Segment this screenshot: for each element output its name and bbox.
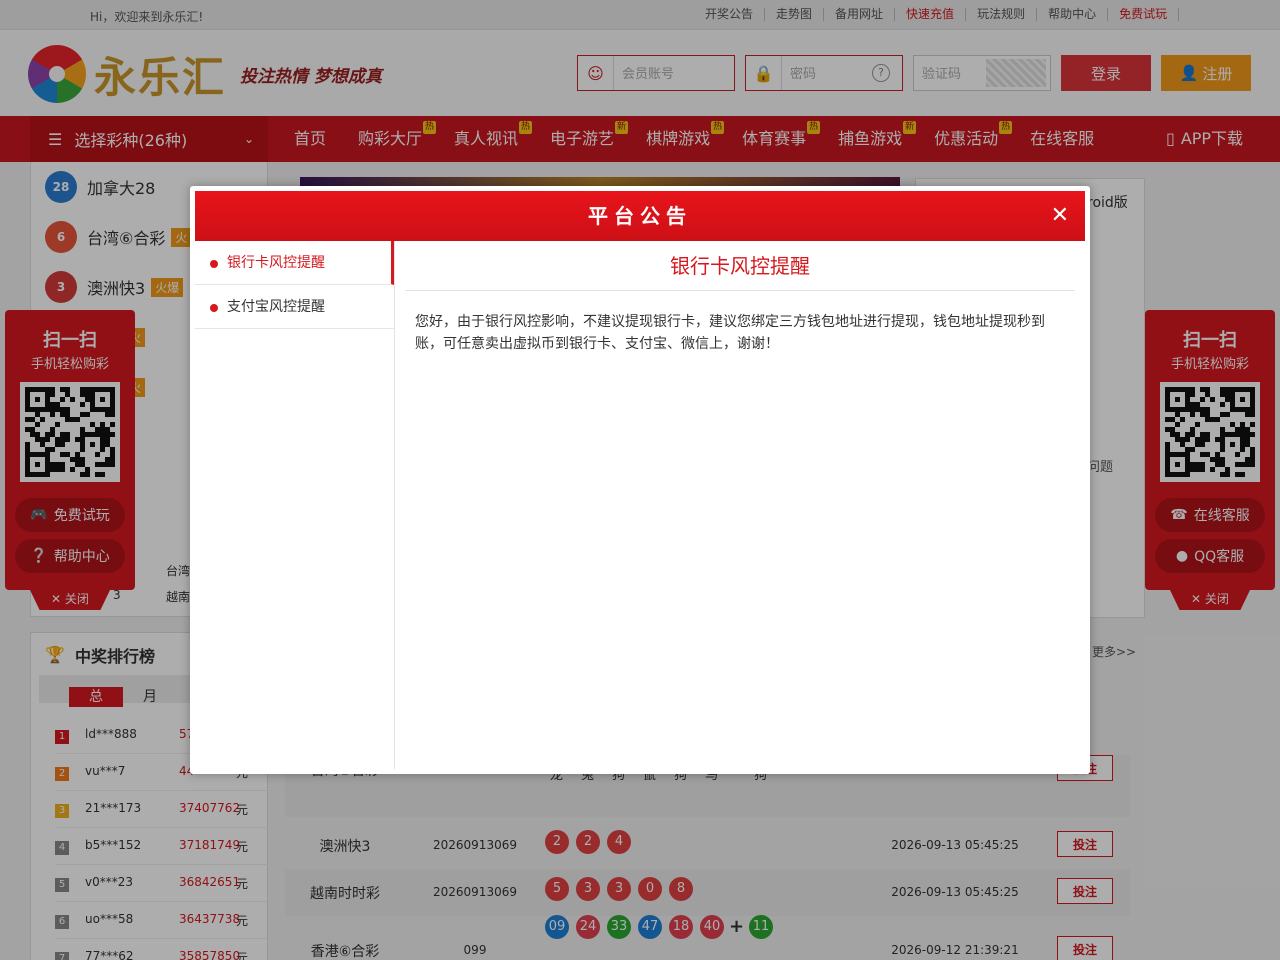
content-text: 您好，由于银行风控影响，不建议提现银行卡，建议您绑定三方钱包地址进行提现，钱包地…: [415, 314, 1045, 352]
modal-header: 平台公告 ✕: [195, 191, 1085, 241]
announcement-menu: 银行卡风控提醒 支付宝风控提醒: [195, 241, 395, 769]
modal-title: 平台公告: [588, 204, 692, 228]
menu-item-label: 银行卡风控提醒: [227, 255, 325, 271]
menu-item-bank-card[interactable]: 银行卡风控提醒: [195, 241, 394, 285]
announcement-content: 银行卡风控提醒 您好，由于银行风控影响，不建议提现银行卡，建议您绑定三方钱包地址…: [405, 241, 1075, 761]
menu-item-label: 支付宝风控提醒: [227, 299, 325, 315]
bullet-dot-icon: [210, 304, 218, 312]
content-title: 银行卡风控提醒: [405, 241, 1075, 291]
announcement-modal: 平台公告 ✕ 银行卡风控提醒 支付宝风控提醒 银行卡风控提醒 您好，由于银行风控…: [190, 186, 1090, 774]
menu-item-alipay[interactable]: 支付宝风控提醒: [195, 285, 394, 329]
close-icon[interactable]: ✕: [1051, 191, 1069, 241]
bullet-dot-icon: [210, 260, 218, 268]
